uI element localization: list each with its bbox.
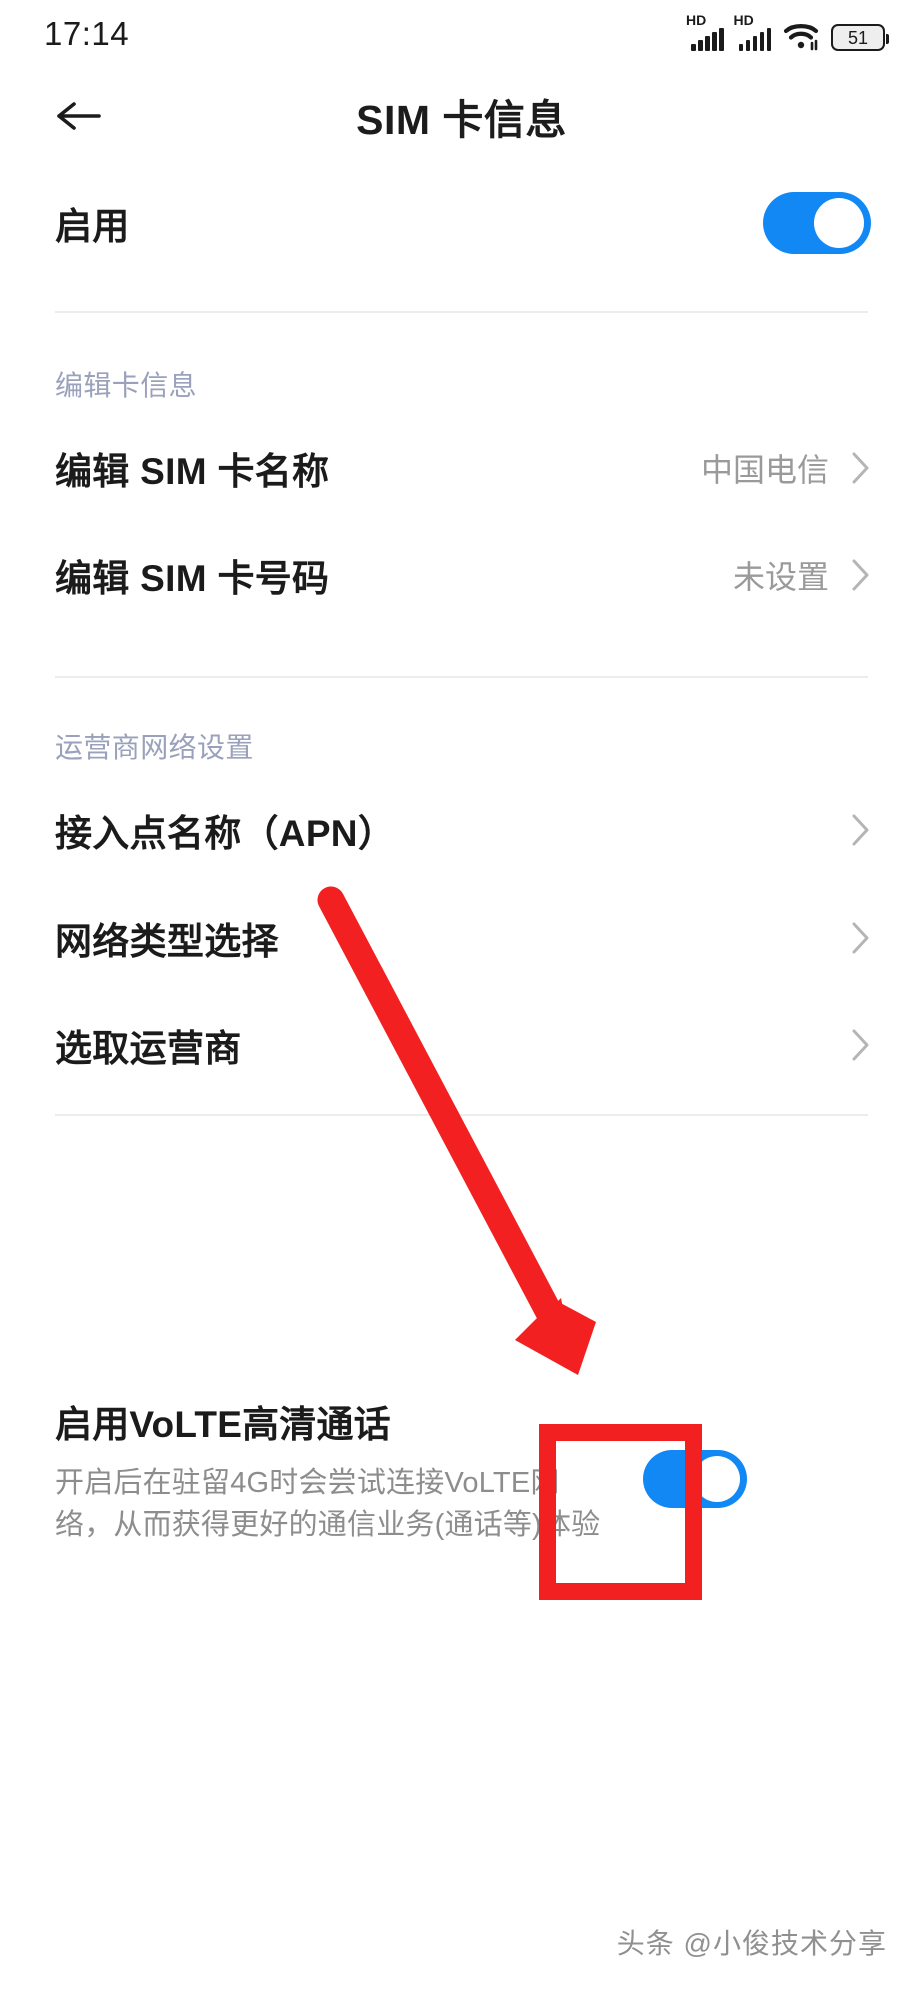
row-select-operator[interactable]: 选取运营商: [0, 1005, 923, 1085]
edit-sim-name-value: 中国电信: [700, 452, 829, 488]
status-time: 17:14: [44, 15, 130, 52]
volte-toggle-knob: [694, 1456, 740, 1502]
app-bar: SIM 卡信息: [0, 68, 923, 163]
volte-toggle-slot: [615, 1390, 775, 1508]
enable-toggle-knob: [814, 198, 864, 248]
edit-sim-name-label: 编辑 SIM 卡名称: [55, 451, 330, 492]
chevron-right-icon: [852, 452, 869, 484]
chevron-right-icon: [852, 559, 869, 591]
apn-label: 接入点名称（APN）: [55, 813, 396, 854]
network-type-label: 网络类型选择: [55, 921, 279, 962]
edit-sim-number-label: 编辑 SIM 卡号码: [55, 558, 330, 599]
status-icons: HD HD 51: [686, 13, 889, 51]
volte-title: 启用VoLTE高清通话: [55, 1404, 391, 1445]
section-header-operator-network: 运营商网络设置: [55, 732, 254, 763]
row-network-type[interactable]: 网络类型选择: [0, 898, 923, 978]
enable-toggle[interactable]: [763, 192, 871, 254]
edit-sim-number-value: 未设置: [732, 559, 829, 595]
divider-3: [55, 1114, 868, 1116]
hd-label-sim2: HD: [733, 12, 754, 28]
enable-label: 启用: [55, 206, 130, 247]
row-edit-sim-name[interactable]: 编辑 SIM 卡名称 中国电信: [0, 428, 923, 508]
signal-bars-sim1: [691, 28, 724, 51]
signal-icon-sim1: HD: [686, 13, 724, 51]
hd-label-sim1: HD: [686, 12, 707, 28]
status-bar: 17:14 HD HD 51: [0, 0, 923, 68]
section-header-card-info: 编辑卡信息: [55, 370, 198, 401]
phone-screen: 17:14 HD HD 51 SIM 卡信息 启用 编辑卡信息 编辑 SIM 卡…: [0, 0, 923, 2000]
battery-icon: 51: [831, 24, 889, 51]
chevron-right-icon: [852, 922, 869, 954]
row-edit-sim-number[interactable]: 编辑 SIM 卡号码 未设置: [0, 535, 923, 615]
battery-level-text: 51: [847, 27, 869, 48]
divider-1: [55, 311, 868, 313]
watermark: 头条 @小俊技术分享: [616, 1928, 887, 1959]
volte-text-block: 启用VoLTE高清通话 开启后在驻留4G时会尝试连接VoLTE网络，从而获得更好…: [55, 1390, 615, 1546]
chevron-right-icon: [852, 1029, 869, 1061]
row-enable[interactable]: 启用: [0, 178, 923, 268]
annotation-arrow: [317, 886, 596, 1375]
signal-icon-sim2: HD: [734, 13, 771, 51]
row-volte[interactable]: 启用VoLTE高清通话 开启后在驻留4G时会尝试连接VoLTE网络，从而获得更好…: [0, 1390, 923, 1546]
page-title: SIM 卡信息: [356, 96, 567, 143]
volte-toggle[interactable]: [643, 1450, 747, 1508]
chevron-right-icon: [852, 814, 869, 846]
row-apn[interactable]: 接入点名称（APN）: [0, 790, 923, 870]
volte-description: 开启后在驻留4G时会尝试连接VoLTE网络，从而获得更好的通信业务(通话等)体验: [55, 1467, 601, 1542]
divider-2: [55, 676, 868, 678]
select-operator-label: 选取运营商: [55, 1028, 242, 1069]
wifi-icon: [783, 21, 819, 51]
signal-bars-sim2: [738, 28, 771, 51]
